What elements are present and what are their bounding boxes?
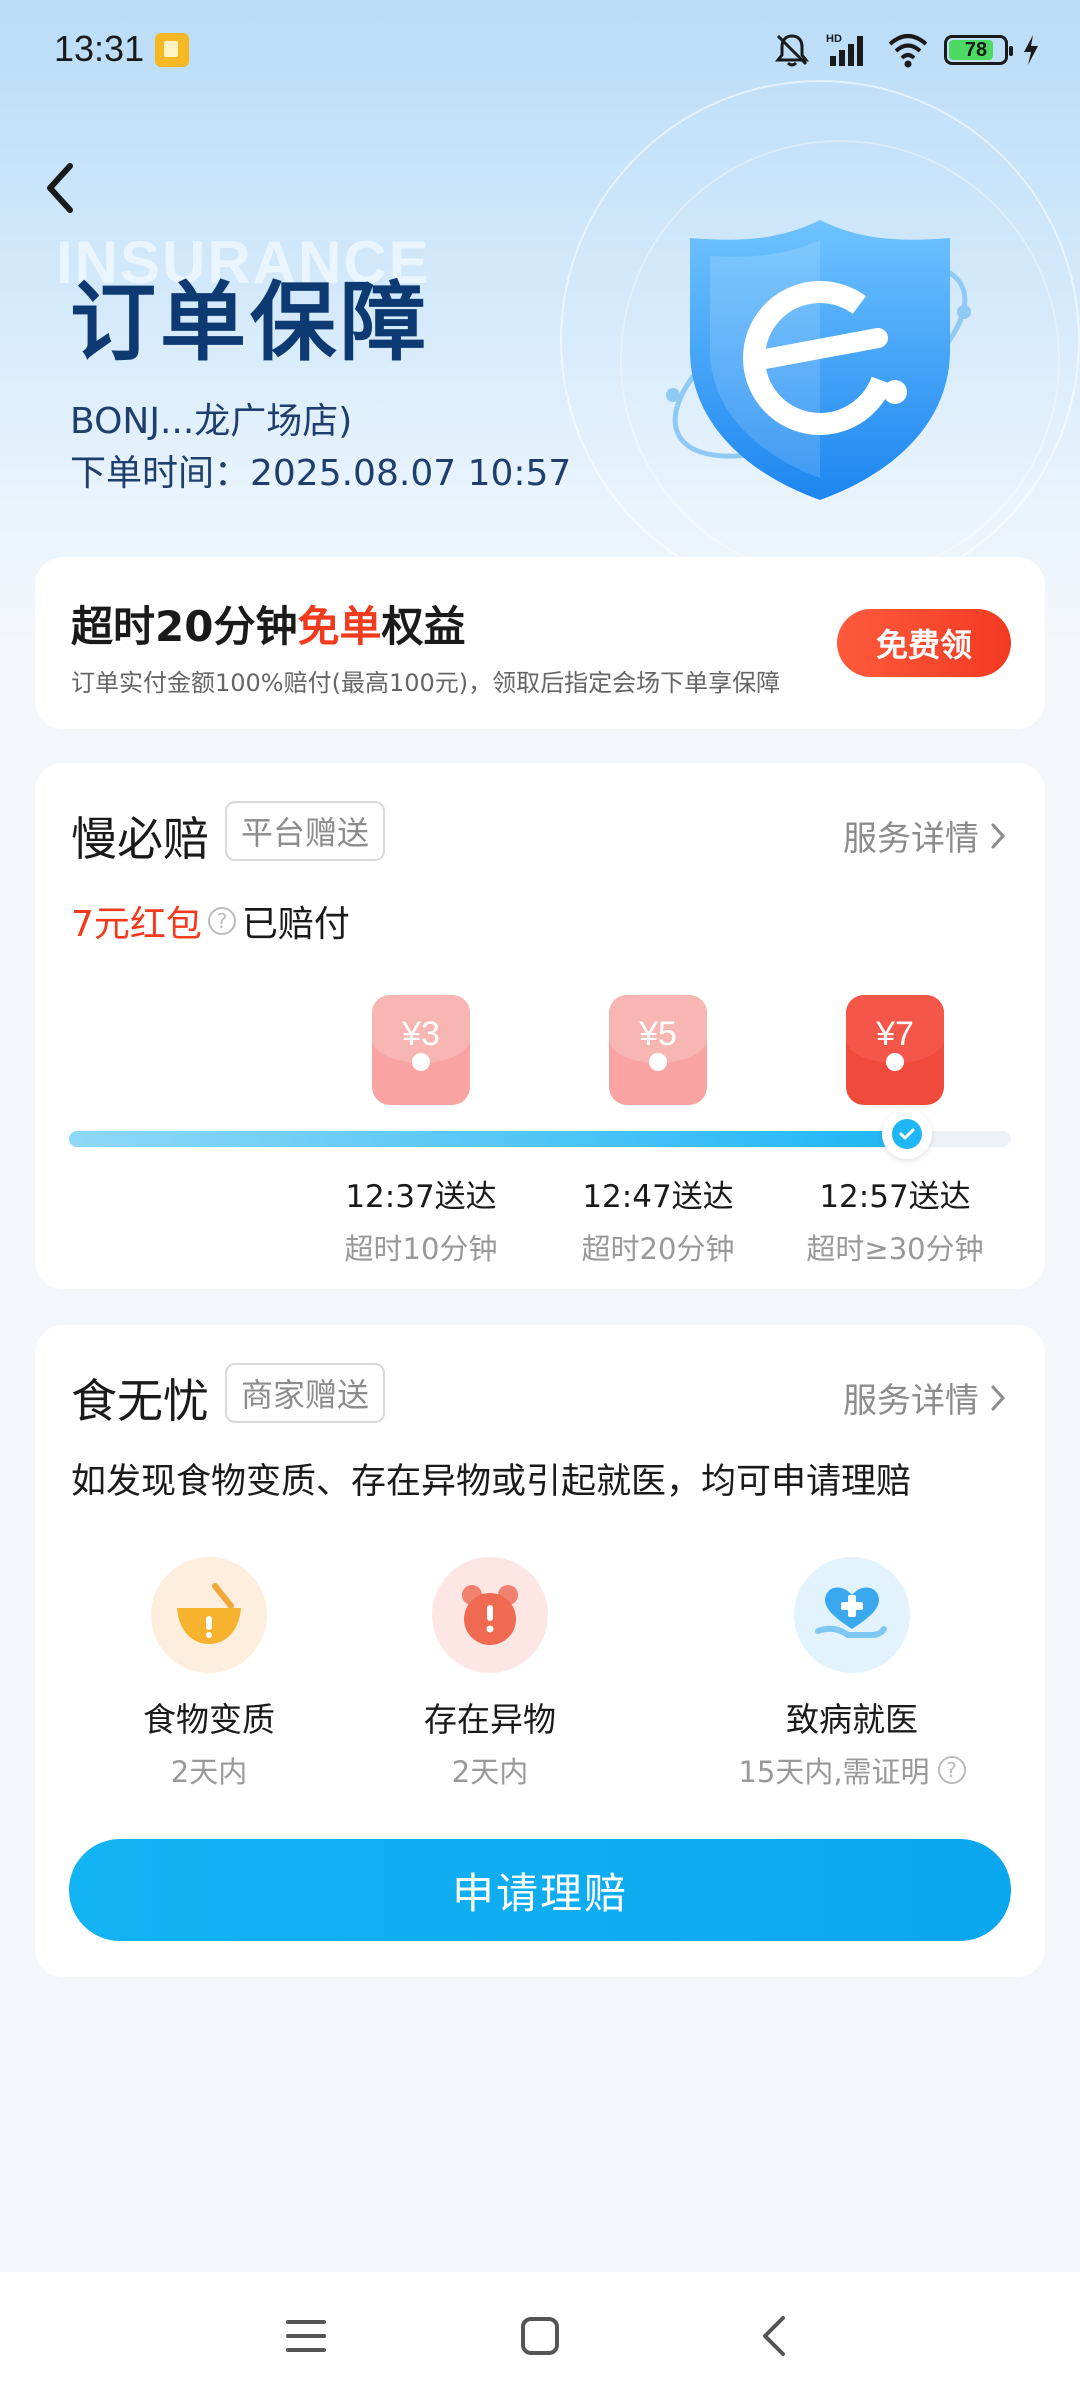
hd-signal-icon: HD — [826, 33, 863, 66]
coverage-label: 存在异物 — [424, 1700, 556, 1739]
red-packet-icon: ¥7 — [846, 995, 944, 1105]
milestone-condition: 超时10分钟 — [344, 1232, 498, 1266]
milestone-condition: 超时≥30分钟 — [806, 1232, 984, 1266]
battery-icon: 78 — [944, 35, 1013, 65]
mute-icon — [774, 34, 810, 67]
coverage-period: 2天内 — [451, 1755, 529, 1789]
progress-marker — [882, 1109, 933, 1159]
check-icon — [899, 1128, 915, 1140]
store-name: BONJ...龙广场店) — [70, 401, 353, 442]
milestone-time: 12:57送达 — [819, 1179, 971, 1215]
coverage-item: 食物变质 2天内 — [79, 1557, 339, 1791]
section-tag: 平台赠送 — [225, 801, 386, 861]
promo-title: 超时20分钟免单权益 — [71, 602, 466, 651]
chevron-right-icon — [991, 1385, 1006, 1410]
coverage-period: 2天内 — [170, 1755, 248, 1789]
progress-fill — [69, 1131, 908, 1147]
home-button[interactable] — [508, 2304, 572, 2368]
section-title: 慢必赔 — [71, 812, 209, 866]
charging-icon — [1024, 35, 1038, 65]
apply-claim-button[interactable]: 申请理赔 — [69, 1839, 1011, 1941]
promo-card: 超时20分钟免单权益 订单实付金额100%赔付(最高100元)，领取后指定会场下… — [35, 557, 1045, 729]
paid-status: 已赔付 — [241, 904, 350, 945]
home-square-icon — [521, 2317, 559, 2355]
coverage-label: 食物变质 — [143, 1700, 275, 1739]
red-packet-icon: ¥3 — [372, 995, 470, 1105]
wifi-icon — [888, 34, 928, 68]
medical-heart-icon — [794, 1557, 910, 1673]
paid-status-row: 7元红包 ? 已赔付 — [71, 895, 350, 947]
promo-description: 订单实付金额100%赔付(最高100元)，领取后指定会场下单享保障 — [71, 669, 781, 697]
nav-back-button[interactable] — [742, 2304, 806, 2368]
red-packet-amount: ¥7 — [876, 1015, 914, 1053]
coverage-period: 15天内,需证明 ? — [692, 1749, 1012, 1791]
section-tag: 商家赠送 — [225, 1363, 386, 1423]
red-packet-amount: ¥5 — [639, 1015, 677, 1053]
help-icon[interactable]: ? — [937, 1756, 966, 1784]
food-safety-description: 如发现食物变质、存在异物或引起就医，均可申请理赔 — [71, 1462, 912, 1502]
status-bar: 13:31 HD 78 — [0, 0, 1080, 100]
red-packet-amount: ¥3 — [402, 1015, 440, 1053]
order-time: 下单时间：2025.08.07 10:57 — [70, 453, 572, 494]
spoiled-bowl-icon — [151, 1557, 267, 1673]
claim-free-button[interactable]: 免费领 — [837, 609, 1011, 677]
progress-track — [69, 1131, 1011, 1147]
chevron-right-icon — [991, 823, 1006, 848]
service-details-link[interactable]: 服务详情 — [843, 811, 1007, 860]
service-details-label: 服务详情 — [843, 1381, 979, 1421]
milestone-condition: 超时20分钟 — [581, 1232, 735, 1266]
notification-app-icon — [155, 33, 189, 67]
promo-title-highlight: 免单 — [297, 602, 382, 651]
milestone-time: 12:37送达 — [345, 1179, 497, 1215]
milestone: 12:37送达 超时10分钟 — [311, 1171, 531, 1268]
food-safety-card: 食无忧 商家赠送 服务详情 如发现食物变质、存在异物或引起就医，均可申请理赔 食… — [35, 1325, 1045, 1977]
menu-button[interactable] — [274, 2304, 338, 2368]
alarm-clock-icon — [432, 1557, 548, 1673]
page-title: 订单保障 — [70, 273, 430, 373]
coverage-item: 致病就医 15天内,需证明 ? — [692, 1557, 1012, 1791]
battery-level: 78 — [964, 38, 988, 61]
service-details-link[interactable]: 服务详情 — [843, 1373, 1007, 1422]
status-icons: HD 78 — [772, 28, 1040, 72]
paid-amount: 7元红包 — [71, 904, 202, 945]
chevron-left-icon — [47, 163, 73, 213]
help-icon[interactable]: ? — [207, 907, 236, 935]
back-triangle-icon — [763, 2316, 785, 2356]
slow-compensation-card: 慢必赔 平台赠送 服务详情 7元红包 ? 已赔付 ¥3 ¥5 ¥7 12:37送… — [35, 763, 1045, 1289]
milestone: 12:57送达 超时≥30分钟 — [785, 1171, 1005, 1268]
shield-logo-icon — [666, 220, 971, 500]
milestone: 12:47送达 超时20分钟 — [548, 1171, 768, 1268]
section-title: 食无忧 — [71, 1374, 209, 1428]
system-navigation-bar — [0, 2272, 1080, 2400]
milestone-time: 12:47送达 — [582, 1179, 734, 1215]
back-button[interactable] — [30, 158, 90, 218]
status-time: 13:31 — [54, 28, 145, 69]
svg-text:HD: HD — [826, 33, 842, 45]
coverage-label: 致病就医 — [786, 1700, 918, 1739]
service-details-label: 服务详情 — [843, 819, 979, 859]
menu-icon — [286, 2320, 326, 2352]
red-packet-icon: ¥5 — [609, 995, 707, 1105]
coverage-item: 存在异物 2天内 — [360, 1557, 620, 1791]
